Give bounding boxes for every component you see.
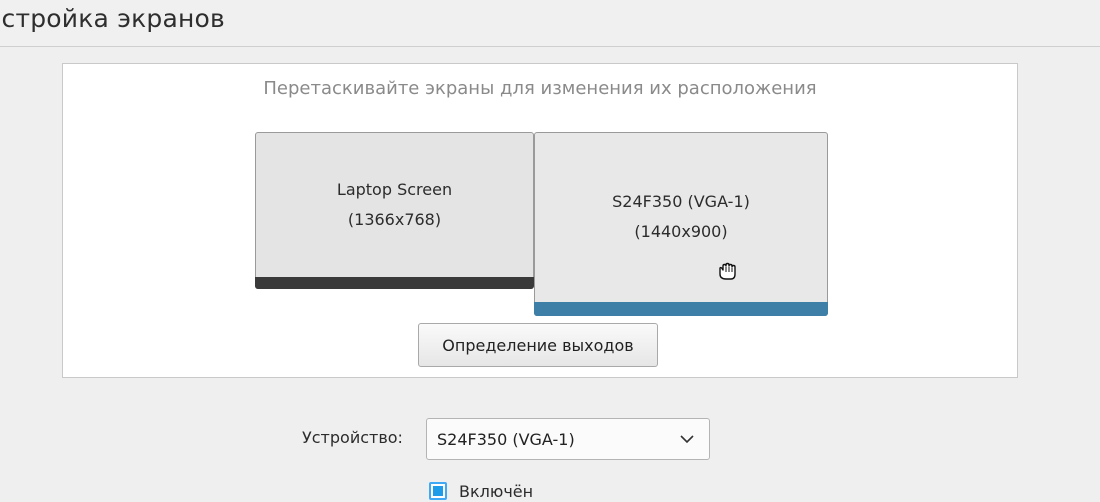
screen-laptop-resolution: (1366x768) — [347, 209, 442, 229]
checkbox-check-fill — [433, 486, 443, 496]
screen-laptop-name: Laptop Screen — [336, 179, 453, 199]
screen-arrangement-panel: Перетаскивайте экраны для изменения их р… — [62, 63, 1018, 378]
page-title: астройка экранов — [0, 4, 225, 33]
screen-laptop[interactable]: Laptop Screen (1366x768) — [255, 132, 534, 289]
enabled-checkbox[interactable] — [429, 482, 447, 500]
screen-laptop-bar — [255, 277, 534, 289]
device-label: Устройство: — [302, 428, 403, 447]
drag-hint: Перетаскивайте экраны для изменения их р… — [263, 78, 817, 99]
device-select-value: S24F350 (VGA-1) — [437, 429, 575, 449]
enabled-label: Включён — [459, 481, 534, 501]
identify-outputs-button[interactable]: Определение выходов — [418, 323, 658, 367]
screen-vga-resolution: (1440x900) — [634, 222, 728, 241]
device-select[interactable]: S24F350 (VGA-1) — [426, 418, 710, 460]
screen-vga-bar — [534, 302, 828, 316]
hand-grab-icon — [719, 262, 736, 280]
chevron-down-icon — [680, 435, 694, 444]
screen-vga-text: S24F350 (VGA-1) (1440x900) — [612, 187, 750, 247]
title-bar: астройка экранов — [0, 0, 1100, 47]
screen-vga-name: S24F350 (VGA-1) — [612, 192, 750, 211]
screen-laptop-text: Laptop Screen (1366x768) — [337, 175, 452, 235]
screen-vga[interactable]: S24F350 (VGA-1) (1440x900) — [534, 132, 828, 316]
enabled-row: Включён — [429, 480, 533, 502]
